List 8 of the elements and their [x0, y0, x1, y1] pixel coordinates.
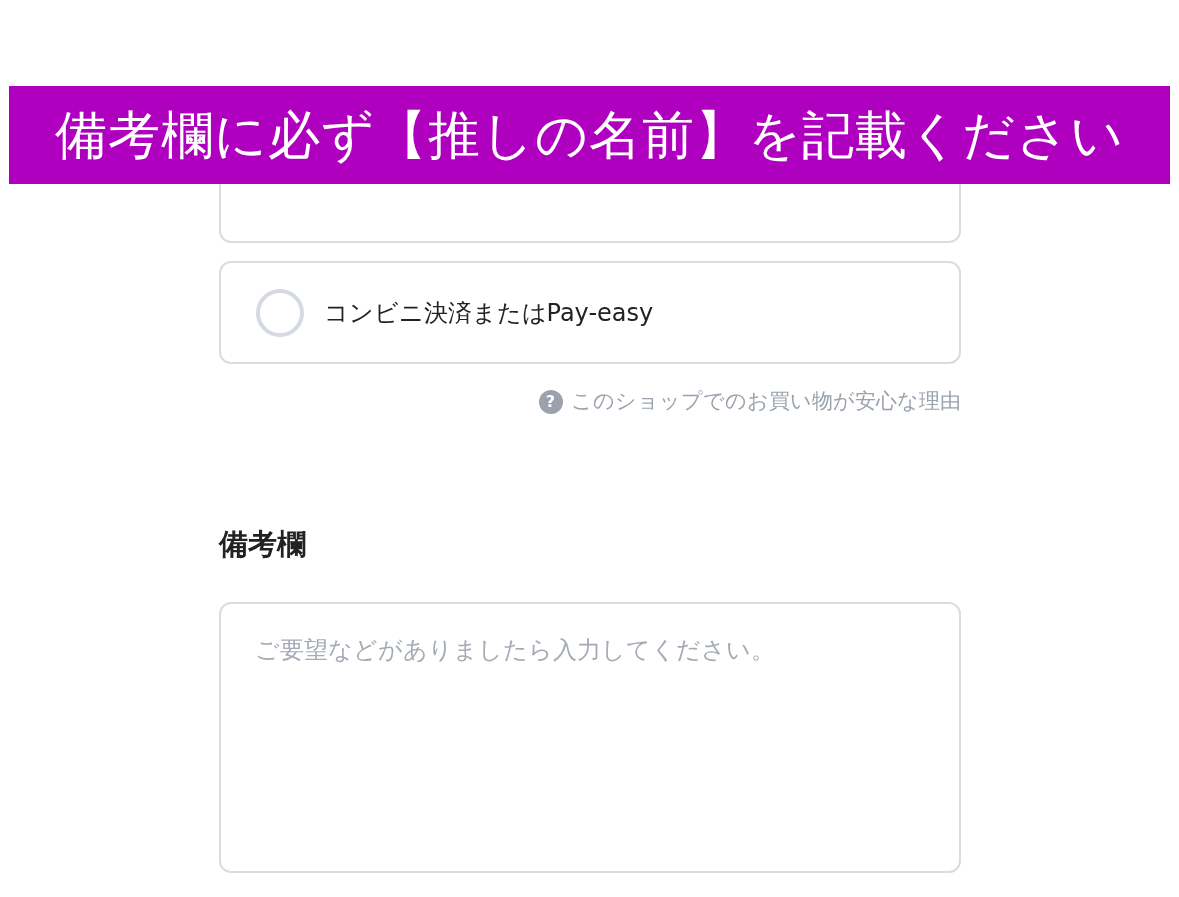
notes-field[interactable]: ご要望などがありましたら入力してください。: [218, 602, 961, 873]
payment-option[interactable]: [218, 184, 961, 243]
option-label: コンビニ決済またはPay-easy: [323, 297, 654, 329]
payment-option[interactable]: コンビニ決済またはPay-easy: [218, 261, 961, 364]
help-icon: ?: [538, 389, 563, 414]
section-heading: 備考欄: [218, 525, 307, 563]
radio-button[interactable]: [255, 288, 304, 337]
notice-banner: 備考欄に必ず【推しの名前】を記載ください: [9, 86, 1170, 184]
